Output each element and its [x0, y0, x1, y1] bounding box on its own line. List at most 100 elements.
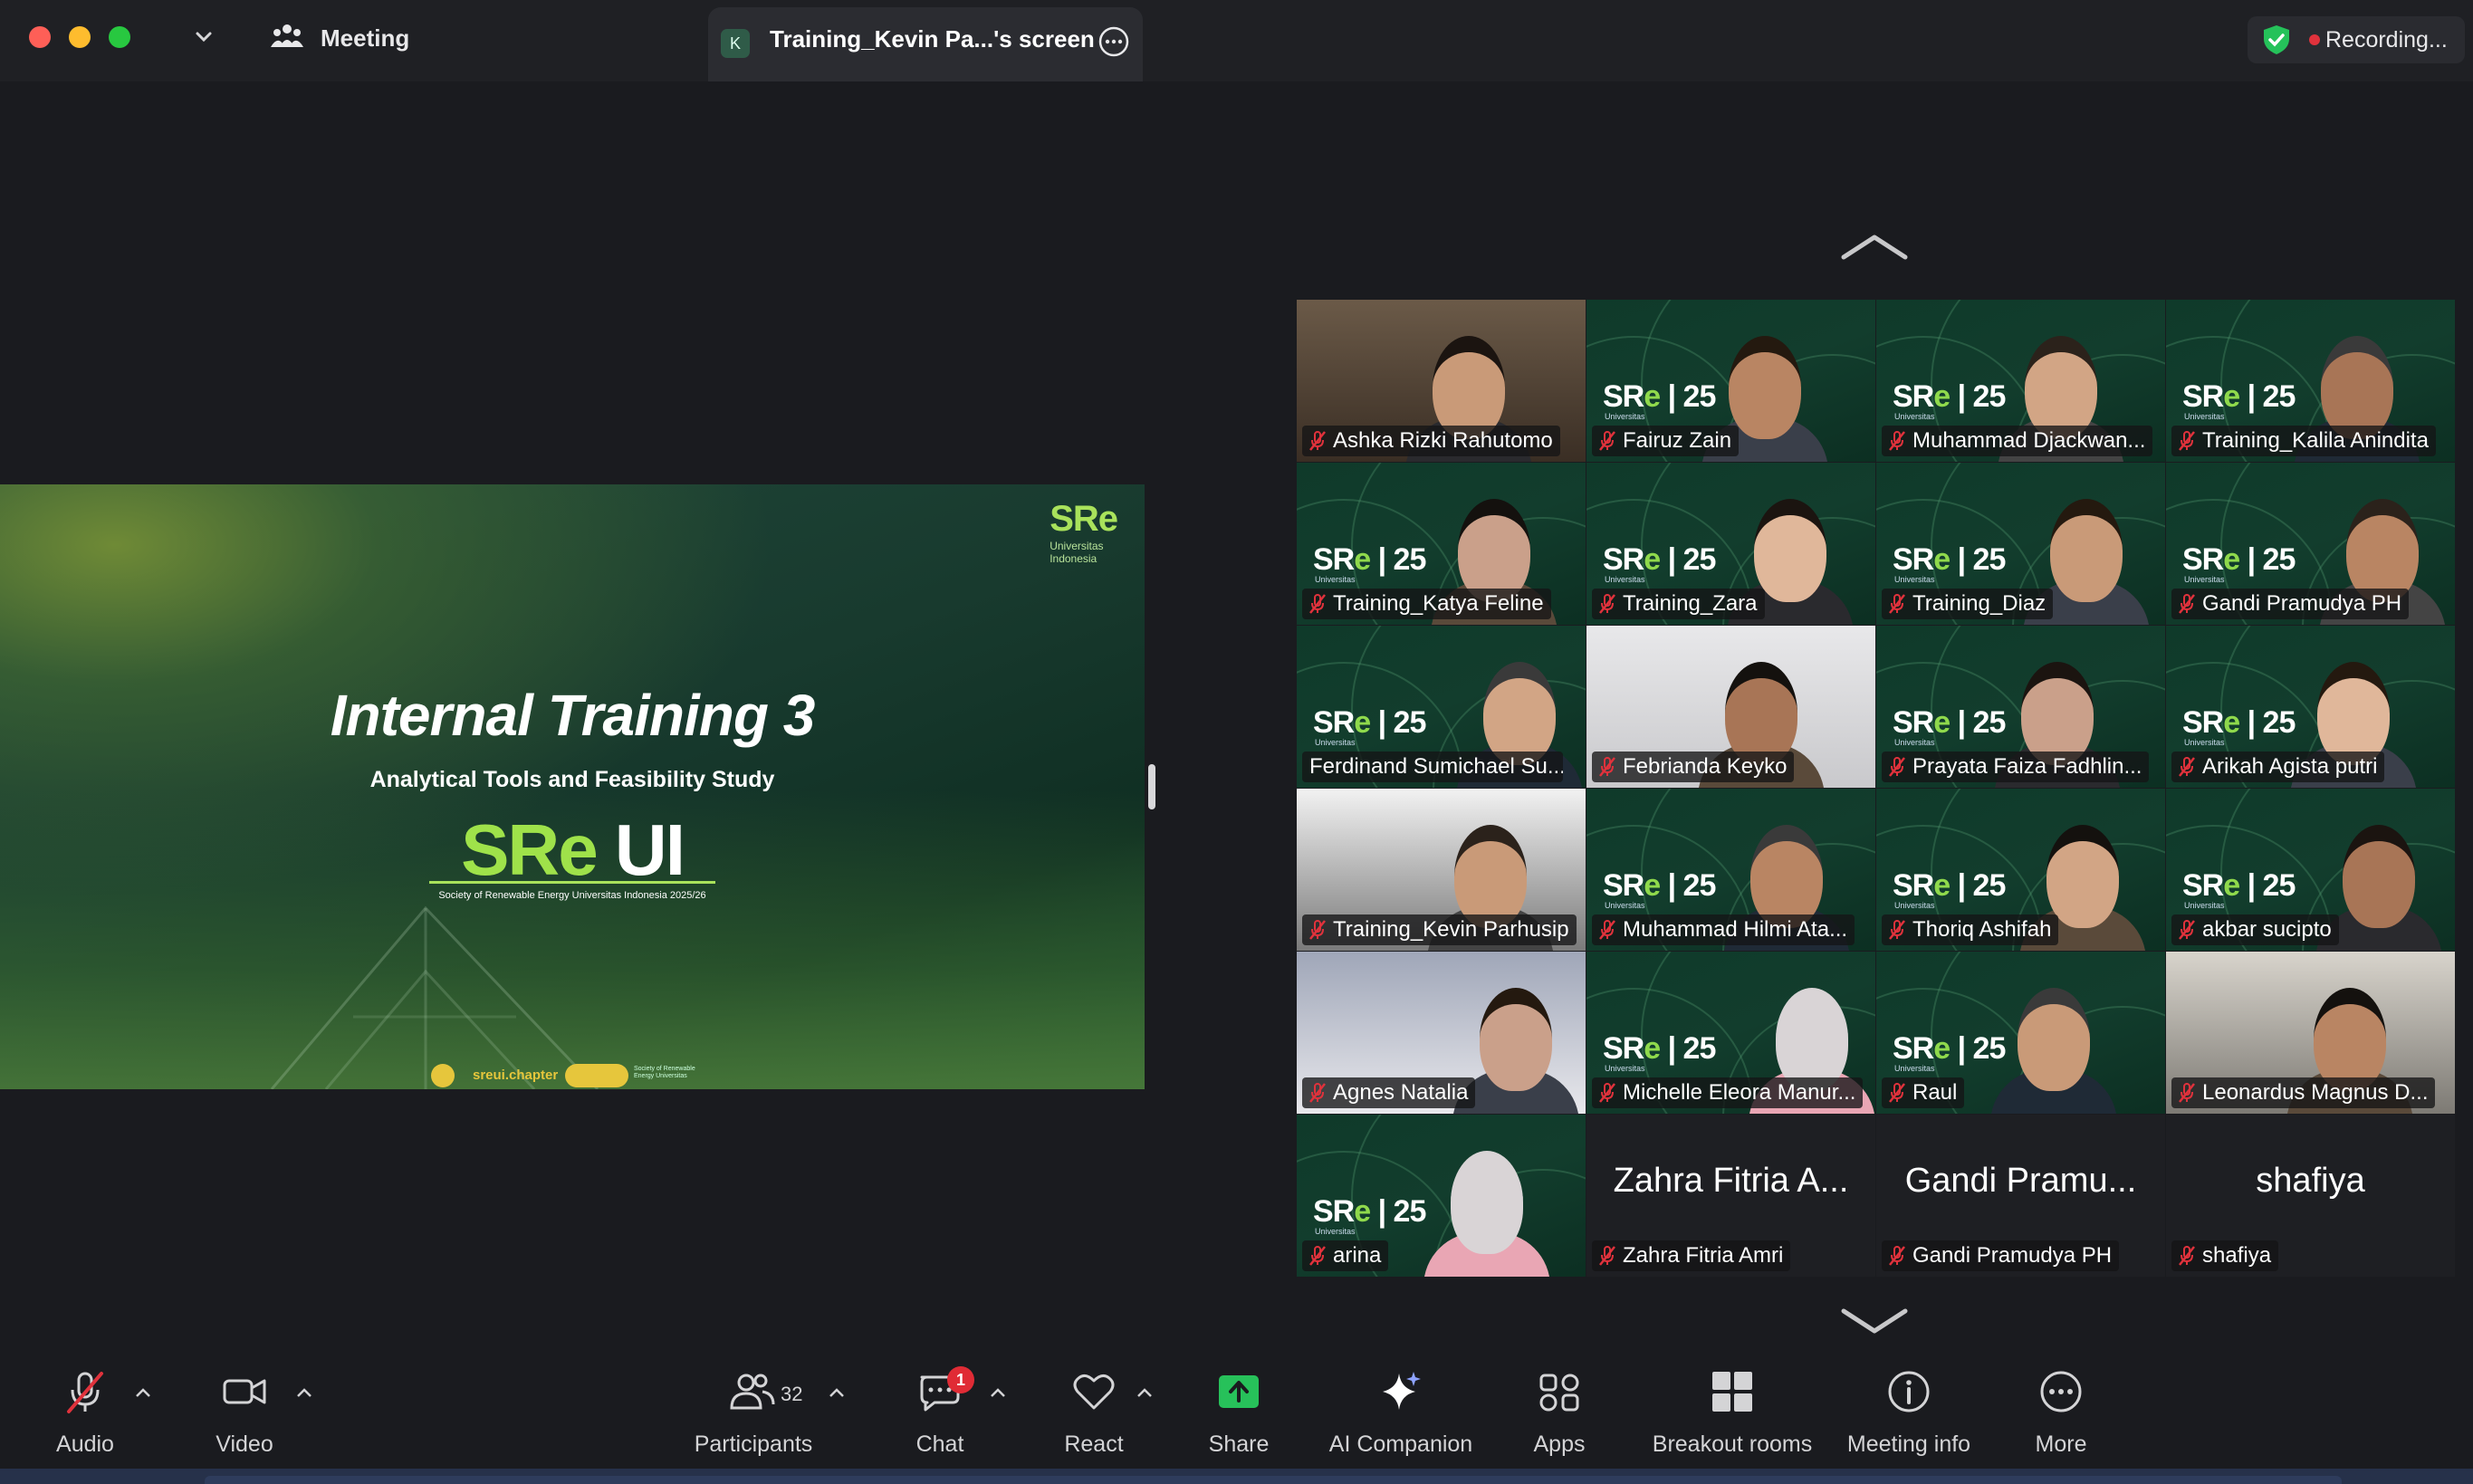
- participant-tile[interactable]: SRe | 25 Universitas Arikah Agista putri: [2166, 626, 2455, 788]
- react-options-caret-icon[interactable]: [1136, 1386, 1154, 1399]
- participant-tile[interactable]: SRe | 25 Universitas Training_Kalila Anind…: [2166, 300, 2455, 462]
- participant-name-label: Michelle Eleora Manur...: [1592, 1077, 1864, 1108]
- participants-icon: [730, 1374, 775, 1410]
- tab-avatar: K: [721, 29, 750, 58]
- tile-sre-subtitle: Universitas: [2184, 575, 2225, 584]
- share-button[interactable]: Share: [1201, 1368, 1277, 1458]
- tile-sre-subtitle: Universitas: [2184, 738, 2225, 747]
- participant-tile[interactable]: Febrianda Keyko: [1586, 626, 1875, 788]
- participant-name: Thoriq Ashifah: [1912, 917, 2052, 942]
- apps-button[interactable]: Apps: [1521, 1368, 1597, 1458]
- participant-name-label: Arikah Agista putri: [2171, 752, 2385, 782]
- participant-tile[interactable]: SRe | 25 Universitas arina: [1297, 1115, 1586, 1277]
- participant-tile[interactable]: Gandi Pramu... Gandi Pramudya PH: [1876, 1115, 2165, 1277]
- participant-tile[interactable]: SRe | 25 Universitas Muhammad Hilmi Ata...: [1586, 789, 1875, 951]
- participant-name: Training_Kevin Parhusip: [1333, 917, 1569, 942]
- video-options-caret-icon[interactable]: [295, 1386, 313, 1399]
- participant-tile[interactable]: SRe | 25 Universitas Raul: [1876, 952, 2165, 1114]
- chevron-down-icon[interactable]: [190, 24, 217, 51]
- gallery-page-down-icon[interactable]: [1838, 1304, 1911, 1340]
- recording-indicator[interactable]: Recording...: [2248, 16, 2465, 63]
- participant-tile[interactable]: SRe | 25 Universitas akbar sucipto: [2166, 789, 2455, 951]
- participants-button[interactable]: Participants: [688, 1368, 819, 1458]
- tile-sre-logo: SRe | 25: [1893, 542, 2006, 577]
- participant-tile[interactable]: SRe | 25 Universitas Training_Diaz: [1876, 463, 2165, 625]
- tab-shared-screen[interactable]: K Training_Kevin Pa...'s screen: [708, 7, 1143, 81]
- more-options-icon[interactable]: [1096, 24, 1132, 60]
- participant-name: arina: [1333, 1243, 1382, 1268]
- tile-sre-logo: SRe | 25: [1893, 1031, 2006, 1066]
- participant-video-face: [2343, 825, 2415, 928]
- gallery-page-up-icon[interactable]: [1838, 228, 1911, 264]
- tile-sre-subtitle: Universitas: [1894, 575, 1935, 584]
- slide-footer-handle: sreui.chapter: [473, 1068, 559, 1083]
- participant-count: 32: [781, 1383, 803, 1405]
- muted-mic-icon: [1889, 431, 1905, 451]
- tab-label: Training_Kevin Pa...'s screen: [770, 25, 1095, 53]
- meeting-view-label[interactable]: Meeting: [321, 24, 409, 53]
- participant-tile[interactable]: SRe | 25 Universitas Gandi Pramudya PH: [2166, 463, 2455, 625]
- participant-tile[interactable]: SRe | 25 Universitas Prayata Faiza Fadhlin…: [1876, 626, 2165, 788]
- tile-sre-logo: SRe | 25: [1603, 1031, 1716, 1066]
- tile-sre-subtitle: Universitas: [1605, 575, 1645, 584]
- dock-strip: [0, 1469, 2473, 1484]
- instagram-icon: [431, 1064, 455, 1087]
- fullscreen-window-button[interactable]: [109, 26, 130, 48]
- chat-options-caret-icon[interactable]: [989, 1386, 1007, 1399]
- more-button[interactable]: More: [2023, 1368, 2099, 1458]
- participant-video-face: [2021, 662, 2094, 765]
- tile-sre-logo: SRe | 25: [1603, 542, 1716, 577]
- participant-name: Training_Zara: [1623, 591, 1758, 616]
- tile-sre-logo: SRe | 25: [2182, 868, 2296, 903]
- close-window-button[interactable]: [29, 26, 51, 48]
- ai-sparkle-icon: [1383, 1372, 1421, 1410]
- participant-name: Prayata Faiza Fadhlin...: [1912, 754, 2142, 779]
- participant-tile[interactable]: SRe | 25 Universitas Training_Zara: [1586, 463, 1875, 625]
- participant-name-label: Muhammad Hilmi Ata...: [1592, 914, 1855, 945]
- muted-mic-icon: [1889, 1246, 1905, 1266]
- breakout-rooms-button[interactable]: Breakout rooms: [1646, 1368, 1818, 1458]
- participant-video-face: [1454, 825, 1527, 928]
- muted-mic-icon: [1599, 920, 1615, 940]
- muted-mic-icon: [1599, 757, 1615, 777]
- muted-mic-icon: [1889, 920, 1905, 940]
- participant-display-name: Zahra Fitria A...: [1613, 1162, 1849, 1200]
- participant-tile[interactable]: Agnes Natalia: [1297, 952, 1586, 1114]
- more-label: More: [2035, 1431, 2087, 1457]
- participants-options-caret-icon[interactable]: [828, 1386, 846, 1399]
- participant-name: Michelle Eleora Manur...: [1623, 1080, 1856, 1105]
- participant-video-face: [1458, 499, 1530, 602]
- participant-name: Gandi Pramudya PH: [1912, 1243, 2113, 1268]
- participant-tile[interactable]: Zahra Fitria A... Zahra Fitria Amri: [1586, 1115, 1875, 1277]
- participant-tile[interactable]: SRe | 25 Universitas Training_Katya Feline: [1297, 463, 1586, 625]
- ai-companion-button[interactable]: AI Companion: [1322, 1368, 1480, 1458]
- participant-tile[interactable]: Training_Kevin Parhusip: [1297, 789, 1586, 951]
- participant-tile[interactable]: SRe | 25 Universitas Michelle Eleora Manur…: [1586, 952, 1875, 1114]
- minimize-window-button[interactable]: [69, 26, 91, 48]
- meeting-info-button[interactable]: Meeting info: [1844, 1368, 1974, 1458]
- participant-name: Training_Diaz: [1912, 591, 2046, 616]
- split-view-resize-handle[interactable]: [1148, 764, 1155, 809]
- tile-sre-subtitle: Universitas: [1315, 575, 1356, 584]
- participant-tile[interactable]: SRe | 25 Universitas Muhammad Djackwan...: [1876, 300, 2165, 462]
- meeting-people-icon: [271, 24, 303, 47]
- muted-mic-icon: [2179, 757, 2195, 777]
- audio-options-caret-icon[interactable]: [134, 1386, 152, 1399]
- participant-name-label: Ashka Rizki Rahutomo: [1302, 426, 1560, 456]
- participant-tile[interactable]: SRe | 25 Universitas Thoriq Ashifah: [1876, 789, 2165, 951]
- participant-tile[interactable]: Leonardus Magnus D...: [2166, 952, 2455, 1114]
- audio-button[interactable]: Audio: [47, 1368, 123, 1458]
- title-bar: Meeting K Training_Kevin Pa...'s screen …: [0, 0, 2473, 81]
- participant-video-face: [1433, 336, 1505, 439]
- video-button[interactable]: Video: [206, 1368, 283, 1458]
- participant-tile[interactable]: shafiya shafiya: [2166, 1115, 2455, 1277]
- participant-tile[interactable]: SRe | 25 Universitas Ferdinand Sumichael S…: [1297, 626, 1586, 788]
- participant-tile[interactable]: Ashka Rizki Rahutomo: [1297, 300, 1586, 462]
- participant-name: shafiya: [2202, 1243, 2272, 1268]
- tile-sre-logo: SRe | 25: [1893, 379, 2006, 414]
- participant-tile[interactable]: SRe | 25 Universitas Fairuz Zain: [1586, 300, 1875, 462]
- participant-display-name: Gandi Pramu...: [1904, 1162, 2137, 1200]
- react-button[interactable]: React: [1056, 1368, 1132, 1458]
- muted-mic-icon: [1309, 594, 1326, 614]
- shared-screen[interactable]: SRe Universitas Indonesia Internal Train…: [0, 484, 1145, 1089]
